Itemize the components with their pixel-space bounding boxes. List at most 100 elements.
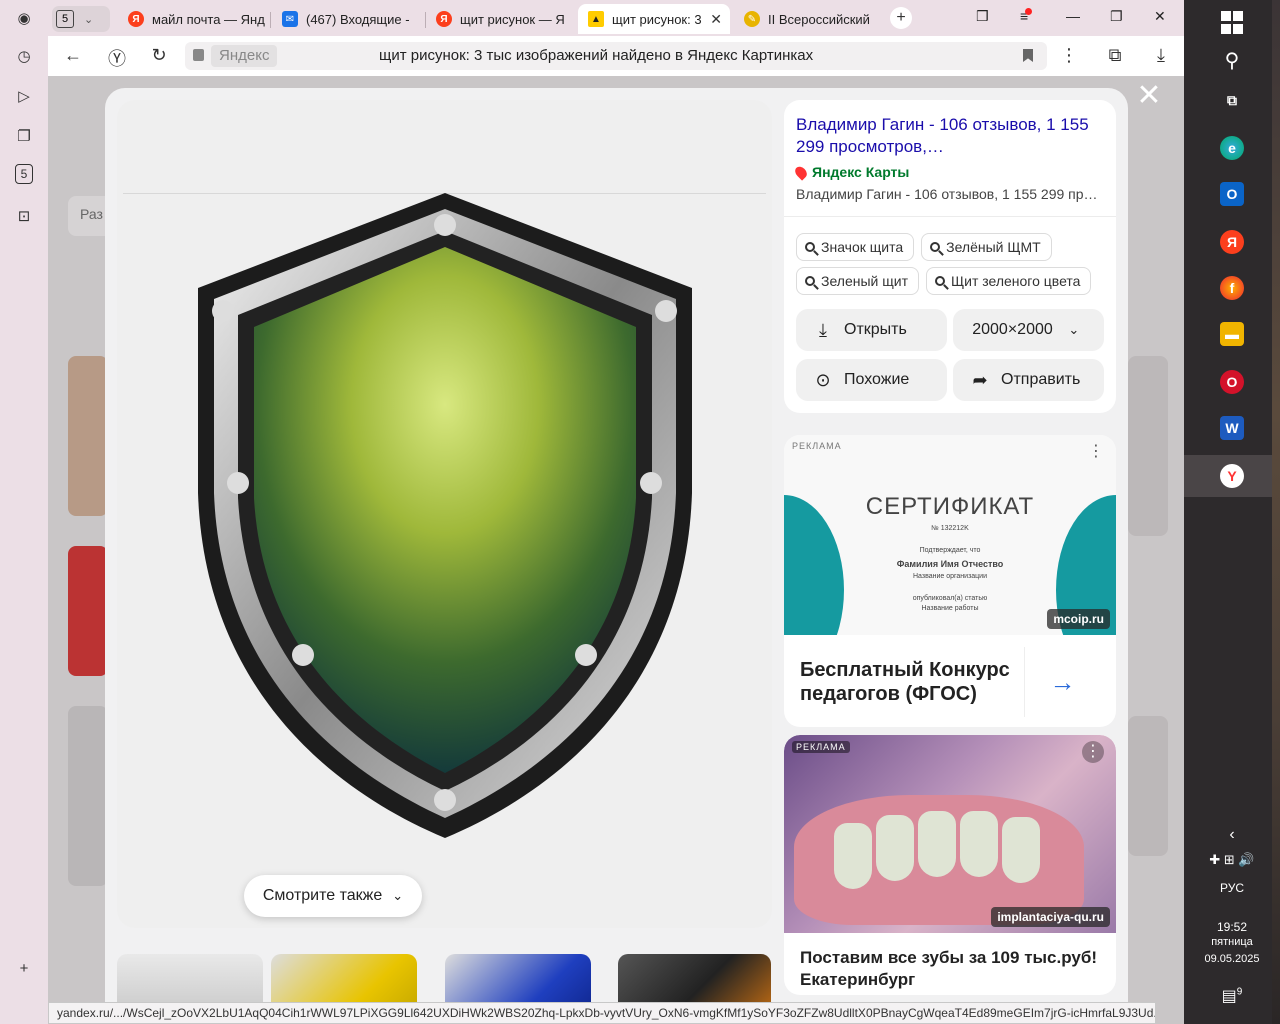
outlook-icon[interactable]: O — [1220, 182, 1244, 206]
related-query-chip[interactable]: Зеленый щит — [796, 267, 919, 295]
ad-image: РЕКЛАМА ⋮ implantaciya-qu.ru — [784, 735, 1116, 933]
ad-headline[interactable]: Поставим все зубы за 109 тыс.руб! Екатер… — [784, 933, 1116, 995]
cert-name: Фамилия Имя Отчество — [896, 559, 1004, 569]
address-bar: ← Ⓨ ↻ Яндекс щит рисунок: 3 тыс изображе… — [48, 36, 1184, 76]
download-icon: ⤓ — [819, 319, 827, 340]
history-icon[interactable]: ◷ — [12, 44, 36, 68]
screenshot-icon[interactable]: ⊡ — [12, 204, 36, 228]
tab-count-icon[interactable]: 5 — [15, 164, 33, 184]
open-button[interactable]: ⤓ Открыть — [796, 309, 947, 351]
file-explorer-icon[interactable]: ▬ — [1220, 322, 1244, 346]
related-queries: Значок щита Зелёный ЩМТ Зеленый щит Щит … — [796, 233, 1104, 295]
tab-mail-search[interactable]: Я майл почта — Янд — [118, 4, 268, 34]
minimize-icon[interactable]: — — [1066, 8, 1080, 24]
bookmark-icon[interactable] — [1023, 49, 1033, 62]
status-bar-url: yandex.ru/.../WsCejl_zOoVX2LbU1AqQ04Cih1… — [48, 1002, 1156, 1024]
tab-title: щит рисунок — Я — [460, 11, 565, 27]
shield-image — [198, 193, 692, 838]
ad-image: РЕКЛАМА ⋮ СЕРТИФИКАТ № 132212K Подтвержд… — [784, 435, 1116, 635]
camera-search-icon: ⊙ — [815, 369, 831, 390]
reload-icon[interactable]: ↻ — [148, 45, 170, 66]
related-query-chip[interactable]: Значок щита — [796, 233, 915, 261]
source-site[interactable]: Яндекс Карты — [792, 163, 1104, 181]
thumbnail-fragment — [1128, 716, 1168, 856]
decor-shape — [1002, 817, 1040, 883]
back-arrow-icon[interactable]: ← — [62, 45, 84, 66]
related-query-chip[interactable]: Щит зеленого цвета — [926, 267, 1092, 295]
ad-card-dental[interactable]: РЕКЛАМА ⋮ implantaciya-qu.ru Поставим вс… — [784, 735, 1116, 995]
thumbnail-fragment — [68, 546, 108, 676]
opera-icon[interactable]: O — [1220, 370, 1244, 394]
clock-time[interactable]: 19:52 — [1184, 920, 1280, 934]
decor-shape — [834, 823, 872, 889]
yandex-browser-icon[interactable]: Y — [1220, 464, 1244, 488]
windows-start-icon[interactable] — [1220, 10, 1244, 34]
firefox-icon[interactable]: f — [1220, 276, 1244, 300]
share-button[interactable]: ➦ Отправить — [953, 359, 1104, 401]
decor-shape — [918, 811, 956, 877]
ad-headline[interactable]: Бесплатный Конкурс педагогов (ФГОС) — [800, 658, 1024, 706]
ad-domain: mcoip.ru — [1047, 609, 1110, 629]
ad-body: Бесплатный Конкурс педагогов (ФГОС) → — [784, 635, 1116, 727]
more-options-icon[interactable]: ⋮ — [1088, 441, 1104, 461]
word-icon[interactable]: W — [1220, 416, 1244, 440]
notifications-icon[interactable]: ▤9 — [1184, 986, 1280, 1006]
ad-card-certificate[interactable]: РЕКЛАМА ⋮ СЕРТИФИКАТ № 132212K Подтвержд… — [784, 435, 1116, 727]
similar-button[interactable]: ⊙ Похожие — [796, 359, 947, 401]
extensions-icon[interactable]: ⧉ — [1104, 45, 1126, 66]
maximize-icon[interactable]: ❐ — [1110, 8, 1123, 25]
ad-label: РЕКЛАМА — [792, 741, 850, 753]
url-field[interactable]: Яндекс щит рисунок: 3 тыс изображений на… — [185, 42, 1047, 70]
tab-groups-button[interactable]: 5 ⌄ — [52, 6, 110, 32]
arrow-right-icon[interactable]: → — [1024, 647, 1100, 717]
more-options-icon[interactable]: ⋮ — [1082, 741, 1104, 763]
yandex-icon[interactable]: Я — [1220, 230, 1244, 254]
close-viewer-icon[interactable]: ✕ — [1136, 81, 1162, 111]
desktop-edge — [1272, 0, 1280, 1024]
divider — [784, 216, 1116, 217]
source-title-link[interactable]: Владимир Гагин - 106 отзывов, 1 155 299 … — [796, 114, 1104, 158]
tab-shield-search[interactable]: Я щит рисунок — Я — [426, 4, 576, 34]
collections-icon[interactable]: ❐ — [12, 124, 36, 148]
task-view-icon[interactable]: ⧉ — [1220, 88, 1244, 112]
chevron-left-icon[interactable]: ‹ — [1184, 826, 1280, 844]
cert-confirm: Подтверждает, что — [919, 547, 981, 554]
pin-icon[interactable]: ❒ — [976, 8, 989, 25]
more-options-icon[interactable]: ⋮ — [1058, 45, 1080, 66]
tab-contest[interactable]: ✎ II Всероссийский — [734, 4, 884, 34]
close-window-icon[interactable]: ✕ — [1154, 8, 1166, 25]
yandex-images-icon: ▲ — [588, 11, 604, 27]
edge-icon[interactable]: e — [1220, 136, 1244, 160]
new-tab-button[interactable]: + — [890, 7, 912, 29]
size-dropdown[interactable]: 2000×2000 ⌄ — [953, 309, 1104, 351]
chip-label: Зелёный ЩМТ — [946, 239, 1041, 255]
similar-label: Похожие — [844, 371, 910, 388]
tab-inbox[interactable]: ✉ (467) Входящие - — [272, 4, 422, 34]
image-preview[interactable] — [117, 100, 772, 928]
play-icon[interactable]: ▷ — [12, 84, 36, 108]
tab-title: щит рисунок: 3 — [612, 11, 702, 27]
share-icon: ➦ — [972, 369, 988, 390]
tray-icons[interactable]: ✚ ⊞ 🔊 — [1184, 852, 1280, 868]
add-panel-icon[interactable]: + — [12, 956, 36, 980]
tab-title: II Всероссийский — [768, 11, 870, 27]
decor-shape — [960, 811, 998, 877]
source-card: Владимир Гагин - 106 отзывов, 1 155 299 … — [784, 100, 1116, 413]
search-icon — [805, 276, 815, 286]
browser-window: ◉ ◷ ▷ ❐ 5 ⊡ + 5 ⌄ Я майл почта — Янд ✉ (… — [0, 0, 1184, 1024]
yandex-icon: Я — [128, 11, 144, 27]
see-also-button[interactable]: Смотрите также ⌄ — [244, 875, 422, 917]
alice-icon[interactable]: ◉ — [12, 6, 36, 30]
url-page-title: щит рисунок: 3 тыс изображений найдено в… — [379, 47, 814, 64]
lock-icon — [193, 49, 204, 61]
related-query-chip[interactable]: Зелёный ЩМТ — [921, 233, 1052, 261]
yandex-home-icon[interactable]: Ⓨ — [106, 45, 128, 71]
input-language[interactable]: РУС — [1184, 881, 1280, 895]
close-tab-icon[interactable]: ✕ — [710, 11, 722, 28]
download-icon[interactable]: ⤓ — [1150, 45, 1172, 66]
menu-icon[interactable]: ≡ — [1020, 8, 1033, 24]
tab-separator — [270, 12, 271, 28]
search-icon[interactable]: ⚲ — [1220, 48, 1244, 72]
tab-shield-images[interactable]: ▲ щит рисунок: 3 ✕ — [578, 4, 730, 34]
chevron-down-icon: ⌄ — [392, 888, 404, 903]
